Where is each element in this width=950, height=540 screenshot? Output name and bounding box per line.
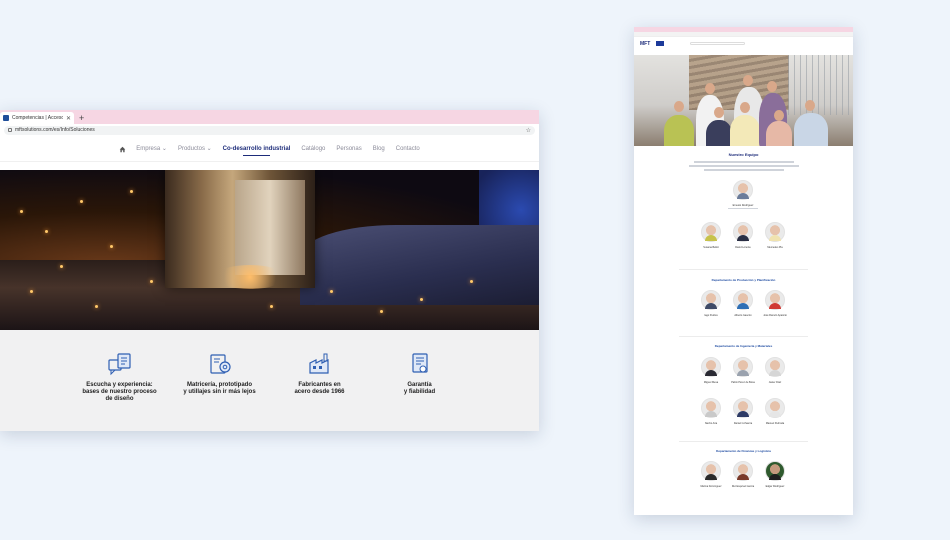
member-name: José Ramón Aparicio	[763, 314, 787, 317]
bookmark-star-icon[interactable]: ☆	[526, 127, 531, 134]
nav-item-catalogo[interactable]: Catálogo	[301, 146, 325, 152]
avatar[interactable]	[701, 398, 721, 418]
hero-image-laser-cutting	[0, 170, 539, 330]
department-title: Departamento de Producción y Planificaci…	[711, 278, 776, 282]
features-section: Escucha y experiencia: bases de nuestro …	[0, 330, 539, 431]
feature-item: Escucha y experiencia: bases de nuestro …	[79, 352, 161, 431]
nav-item-empresa[interactable]: Empresa ⌄	[136, 145, 167, 152]
tools-gear-icon	[209, 354, 231, 374]
avatar[interactable]	[765, 222, 785, 242]
avatar[interactable]	[701, 290, 721, 310]
tab-title: Competencias | Accesorios y c...	[12, 115, 63, 121]
factory-icon	[308, 353, 329, 374]
nav-item-personas[interactable]: Personas	[336, 146, 361, 152]
close-tab-icon[interactable]: ✕	[66, 115, 71, 122]
dialogue-document-icon	[107, 353, 131, 376]
member-name: Ernesto Rodríguez	[732, 204, 754, 207]
divider	[679, 441, 808, 442]
avatar[interactable]	[765, 357, 785, 377]
lock-icon	[8, 128, 12, 132]
avatar[interactable]	[701, 222, 721, 242]
nav-item-blog[interactable]: Blog	[373, 146, 385, 152]
avatar[interactable]	[733, 290, 753, 310]
nav-item-productos[interactable]: Productos ⌄	[178, 145, 212, 152]
nav-item-contacto[interactable]: Contacto	[396, 146, 420, 152]
divider	[679, 269, 808, 270]
avatar[interactable]	[765, 290, 785, 310]
team-members: Ernesto Rodríguez Susana Bellot David Lo…	[634, 27, 853, 515]
feature-text: Matricería, prototipado y utillajes sin …	[183, 382, 256, 395]
site-navigation: Empresa ⌄ Productos ⌄ Co-desarrollo indu…	[0, 136, 539, 162]
member-name: Mercedes Pla	[767, 246, 783, 249]
feature-item: Fabricantes en acero desde 1966	[279, 352, 361, 431]
feature-text: Fabricantes en acero desde 1966	[294, 382, 345, 395]
avatar[interactable]	[701, 461, 721, 481]
feature-item: Matricería, prototipado y utillajes sin …	[179, 352, 261, 431]
feature-item: Garantía y fiabilidad	[379, 352, 461, 431]
divider	[679, 336, 808, 337]
avatar[interactable]	[733, 180, 753, 200]
home-icon[interactable]	[119, 146, 126, 152]
member-role	[728, 208, 758, 209]
browser-tab[interactable]: Competencias | Accesorios y c... ✕	[0, 112, 74, 124]
avatar[interactable]	[733, 398, 753, 418]
member-name: Manuel Pedroda	[765, 422, 785, 425]
avatar[interactable]	[733, 222, 753, 242]
tab-bar: Competencias | Accesorios y c... ✕ +	[0, 110, 539, 124]
url-text: mftsolutions.com/es/Info/Soluciones	[15, 127, 95, 133]
avatar[interactable]	[733, 357, 753, 377]
department-title: Departamento de Finanzas y Logística	[716, 449, 771, 453]
browser-window-left: Competencias | Accesorios y c... ✕ + mft…	[0, 110, 539, 431]
avatar[interactable]	[765, 398, 785, 418]
nav-item-co-desarrollo[interactable]: Co-desarrollo industrial	[223, 146, 290, 156]
feature-text: Escucha y experiencia: bases de nuestro …	[82, 382, 157, 402]
avatar[interactable]	[733, 461, 753, 481]
feature-text: Garantía y fiabilidad	[403, 382, 436, 395]
member-name: Javier Díaz	[768, 381, 782, 384]
member-name: Edgar Rodriguez	[765, 485, 785, 488]
avatar[interactable]	[765, 461, 785, 481]
favicon-icon	[3, 115, 9, 121]
department-title: Departamento de Ingeniería y Materiales	[714, 344, 773, 348]
url-field[interactable]: mftsolutions.com/es/Info/Soluciones ☆	[4, 125, 535, 135]
avatar[interactable]	[701, 357, 721, 377]
address-bar: mftsolutions.com/es/Info/Soluciones ☆	[0, 124, 539, 136]
new-tab-icon[interactable]: +	[79, 112, 84, 124]
certificate-icon	[411, 353, 428, 373]
browser-window-right: MFT Nuestro Equipo Ernesto Rodríguez Sus…	[634, 27, 853, 515]
